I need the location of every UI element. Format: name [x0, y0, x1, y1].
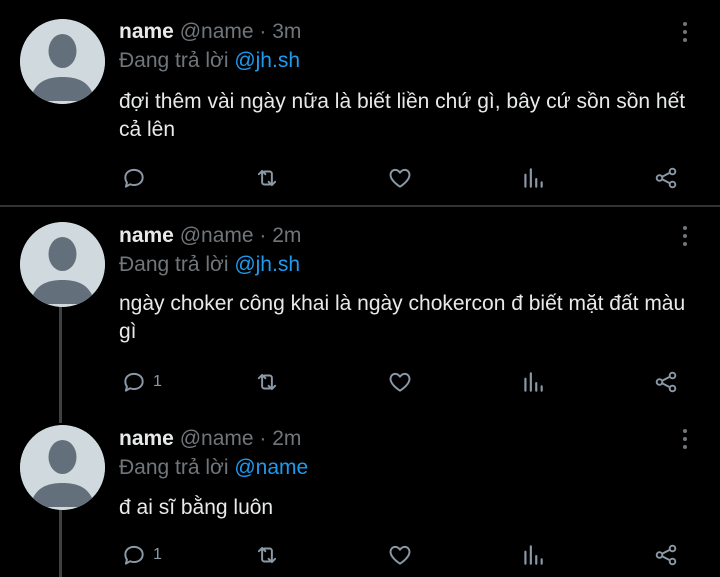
user-handle[interactable]: @name: [180, 427, 254, 450]
display-name[interactable]: name: [119, 224, 174, 247]
replying-to: Đang trả lời @jh.sh: [119, 253, 300, 277]
share-icon: [655, 167, 677, 189]
views-chart-icon: [524, 372, 543, 392]
share-icon: [655, 371, 677, 393]
separator-dot: ·: [259, 427, 267, 450]
reply-mention-link[interactable]: @jh.sh: [234, 253, 300, 276]
retweet-button[interactable]: [254, 541, 280, 569]
share-button[interactable]: [653, 368, 679, 396]
reply-mention-link[interactable]: @jh.sh: [234, 49, 300, 72]
reply-prefix: Đang trả lời: [119, 253, 229, 276]
tweet-text: đợi thêm vài ngày nữa là biết liền chứ g…: [119, 90, 686, 141]
reply-icon: [124, 372, 144, 392]
avatar[interactable]: [20, 19, 105, 104]
replying-to: Đang trả lời @name: [119, 456, 308, 480]
reply-button[interactable]: [121, 164, 153, 192]
timestamp[interactable]: 3m: [272, 20, 301, 43]
tweet-actions: [0, 164, 720, 194]
user-handle[interactable]: @name: [180, 20, 254, 43]
more-dots-icon[interactable]: [676, 226, 694, 250]
heart-icon: [389, 372, 411, 392]
reply-button[interactable]: 1: [121, 368, 162, 396]
share-icon: [655, 544, 677, 566]
tweet-text: đ ai sĩ bằng luôn: [119, 496, 274, 519]
user-handle[interactable]: @name: [180, 224, 254, 247]
separator-dot: ·: [259, 20, 267, 43]
share-button[interactable]: [653, 164, 679, 192]
tweet-header: name @name · 2m: [119, 224, 301, 248]
tweet[interactable]: name @name · 2m Đang trả lời @name đ ai …: [0, 410, 720, 577]
tweet-actions: 1: [0, 541, 720, 571]
tweet[interactable]: name @name · 2m Đang trả lời @jh.sh ngày…: [0, 207, 720, 410]
tweet-text: ngày choker công khai là ngày chokercon …: [119, 292, 686, 343]
retweet-icon: [257, 373, 277, 391]
like-button[interactable]: [387, 541, 413, 569]
tweet-actions: 1: [0, 368, 720, 398]
timestamp[interactable]: 2m: [272, 427, 301, 450]
reply-mention-link[interactable]: @name: [234, 456, 308, 479]
tweet[interactable]: name @name · 3m Đang trả lời @jh.sh đợi …: [0, 0, 720, 205]
views-chart-icon: [524, 168, 543, 188]
display-name[interactable]: name: [119, 20, 174, 43]
avatar[interactable]: [20, 222, 105, 307]
retweet-button[interactable]: [254, 164, 280, 192]
heart-icon: [389, 168, 411, 188]
reply-icon: [124, 545, 144, 565]
like-button[interactable]: [387, 164, 413, 192]
timestamp[interactable]: 2m: [272, 224, 301, 247]
more-dots-icon[interactable]: [676, 429, 694, 453]
views-button[interactable]: [520, 164, 546, 192]
reply-prefix: Đang trả lời: [119, 49, 229, 72]
reply-prefix: Đang trả lời: [119, 456, 229, 479]
reply-button[interactable]: 1: [121, 541, 162, 569]
reply-count: 1: [153, 373, 162, 390]
replying-to: Đang trả lời @jh.sh: [119, 49, 300, 73]
retweet-icon: [257, 546, 277, 564]
reply-count: 1: [153, 546, 162, 563]
views-chart-icon: [524, 545, 543, 565]
retweet-icon: [257, 169, 277, 187]
retweet-button[interactable]: [254, 368, 280, 396]
views-button[interactable]: [520, 541, 546, 569]
reply-icon: [124, 168, 144, 188]
display-name[interactable]: name: [119, 427, 174, 450]
more-dots-icon[interactable]: [676, 22, 694, 46]
tweet-header: name @name · 2m: [119, 427, 301, 451]
avatar[interactable]: [20, 425, 105, 510]
separator-dot: ·: [259, 224, 267, 247]
tweet-header: name @name · 3m: [119, 20, 301, 44]
like-button[interactable]: [387, 368, 413, 396]
views-button[interactable]: [520, 368, 546, 396]
share-button[interactable]: [653, 541, 679, 569]
heart-icon: [389, 545, 411, 565]
